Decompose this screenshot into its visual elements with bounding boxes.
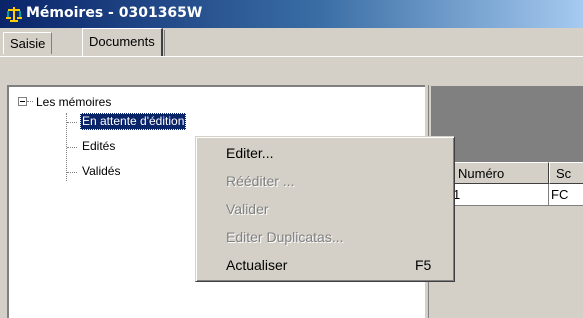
tree-connector: [27, 101, 33, 102]
shortcut-f5: F5: [415, 257, 432, 273]
scales-app-icon: [6, 7, 22, 22]
tree-item-valides[interactable]: Validés: [80, 163, 122, 180]
tree-connector: [67, 122, 77, 123]
tree-item-en-attente[interactable]: En attente d'édition: [80, 113, 187, 130]
tree-connector: [67, 147, 77, 148]
menu-item-editer-duplicatas[interactable]: Editer Duplicatas...: [226, 227, 344, 247]
window-title: Mémoires - 0301365W: [26, 5, 203, 21]
grid-cell-numero[interactable]: 1: [451, 184, 549, 206]
menu-item-editer[interactable]: Editer...: [226, 143, 273, 163]
collapse-icon[interactable]: [18, 97, 27, 106]
tree-connector: [67, 172, 77, 173]
column-header-sc[interactable]: Sc: [549, 162, 583, 184]
tab-strip: Saisie Documents: [0, 28, 583, 56]
tab-documents[interactable]: Documents: [82, 28, 165, 56]
title-bar[interactable]: Mémoires - 0301365W: [0, 0, 583, 28]
tree-item-edites[interactable]: Edités: [80, 138, 117, 155]
context-menu: Editer... Rééditer ... Valider Editer Du…: [195, 136, 455, 282]
menu-item-actualiser[interactable]: Actualiser: [226, 255, 287, 275]
menu-item-valider[interactable]: Valider: [226, 199, 269, 219]
column-header-numero[interactable]: Numéro: [451, 162, 549, 184]
tree-root-les-memoires[interactable]: Les mémoires: [36, 95, 111, 109]
tab-page-border: [0, 56, 583, 57]
menu-item-reediter[interactable]: Rééditer ...: [226, 171, 294, 191]
tab-saisie[interactable]: Saisie: [3, 32, 53, 54]
grid-cell-sc[interactable]: FC: [549, 184, 583, 206]
